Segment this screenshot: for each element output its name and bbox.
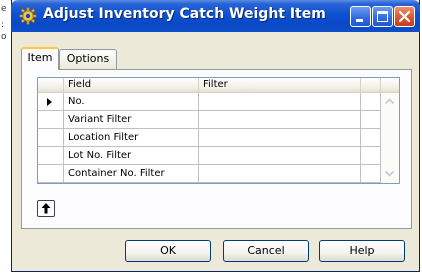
maximize-button[interactable] (372, 6, 393, 27)
up-arrow-icon (41, 203, 51, 214)
screen: e : o Adjust Inventory Catch Weight Item… (0, 0, 422, 274)
filter-cell-input[interactable] (199, 165, 361, 183)
row-selector[interactable] (38, 93, 64, 111)
row-selector[interactable] (38, 111, 64, 129)
field-cell: Lot No. Filter (64, 147, 199, 165)
scroll-down-icon[interactable] (382, 166, 397, 181)
help-button[interactable]: Help (319, 240, 405, 262)
row-selector[interactable] (38, 129, 64, 147)
scroll-up-icon[interactable] (382, 94, 397, 109)
window-title: Adjust Inventory Catch Weight Item (43, 6, 326, 22)
edge-glyph: e (1, 4, 7, 14)
dialog-window: Adjust Inventory Catch Weight Item Item (11, 0, 420, 272)
field-cell: Location Filter (64, 129, 199, 147)
filter-cell-input[interactable] (199, 111, 361, 129)
filter-grid: Field Filter No. Variant Filter Location… (37, 77, 400, 184)
move-up-button[interactable] (37, 200, 55, 217)
lookup-cell (361, 93, 381, 111)
lookup-cell (361, 147, 381, 165)
close-icon (398, 10, 411, 23)
dialog-body: Item Options Field Filter No. Variant Fi… (12, 32, 419, 270)
header-extra (361, 78, 381, 93)
minimize-button[interactable] (350, 6, 371, 27)
grid-header: Field Filter (38, 78, 399, 93)
edge-glyph: o (1, 32, 7, 42)
table-row[interactable]: Container No. Filter (38, 165, 399, 183)
lookup-cell (361, 165, 381, 183)
title-bar[interactable]: Adjust Inventory Catch Weight Item (11, 0, 420, 32)
filter-cell-input[interactable] (199, 93, 361, 111)
close-button[interactable] (394, 6, 415, 27)
header-selector (38, 78, 64, 93)
table-row[interactable]: Location Filter (38, 129, 399, 147)
gear-icon (19, 7, 37, 25)
column-header-filter[interactable]: Filter (199, 78, 361, 93)
column-header-field[interactable]: Field (64, 78, 199, 93)
table-row[interactable]: No. (38, 93, 399, 111)
table-row[interactable]: Variant Filter (38, 111, 399, 129)
row-selector[interactable] (38, 165, 64, 183)
edge-glyph: : (1, 20, 5, 30)
tab-options[interactable]: Options (59, 49, 117, 69)
ok-button[interactable]: OK (125, 240, 211, 262)
minimize-icon (356, 19, 363, 22)
background-window-edge: e : o (0, 0, 10, 274)
vertical-scrollbar[interactable] (381, 93, 398, 183)
lookup-cell (361, 111, 381, 129)
filter-cell-input[interactable] (199, 147, 361, 165)
field-cell: Container No. Filter (64, 165, 199, 183)
maximize-icon (377, 11, 388, 22)
field-cell: No. (64, 93, 199, 111)
tab-panel-item: Field Filter No. Variant Filter Location… (21, 69, 412, 229)
lookup-cell (361, 129, 381, 147)
filter-cell-input[interactable] (199, 129, 361, 147)
field-cell: Variant Filter (64, 111, 199, 129)
row-selector[interactable] (38, 147, 64, 165)
cancel-button[interactable]: Cancel (223, 240, 309, 262)
table-row[interactable]: Lot No. Filter (38, 147, 399, 165)
tab-item[interactable]: Item (21, 47, 59, 70)
row-pointer-icon (47, 98, 52, 106)
